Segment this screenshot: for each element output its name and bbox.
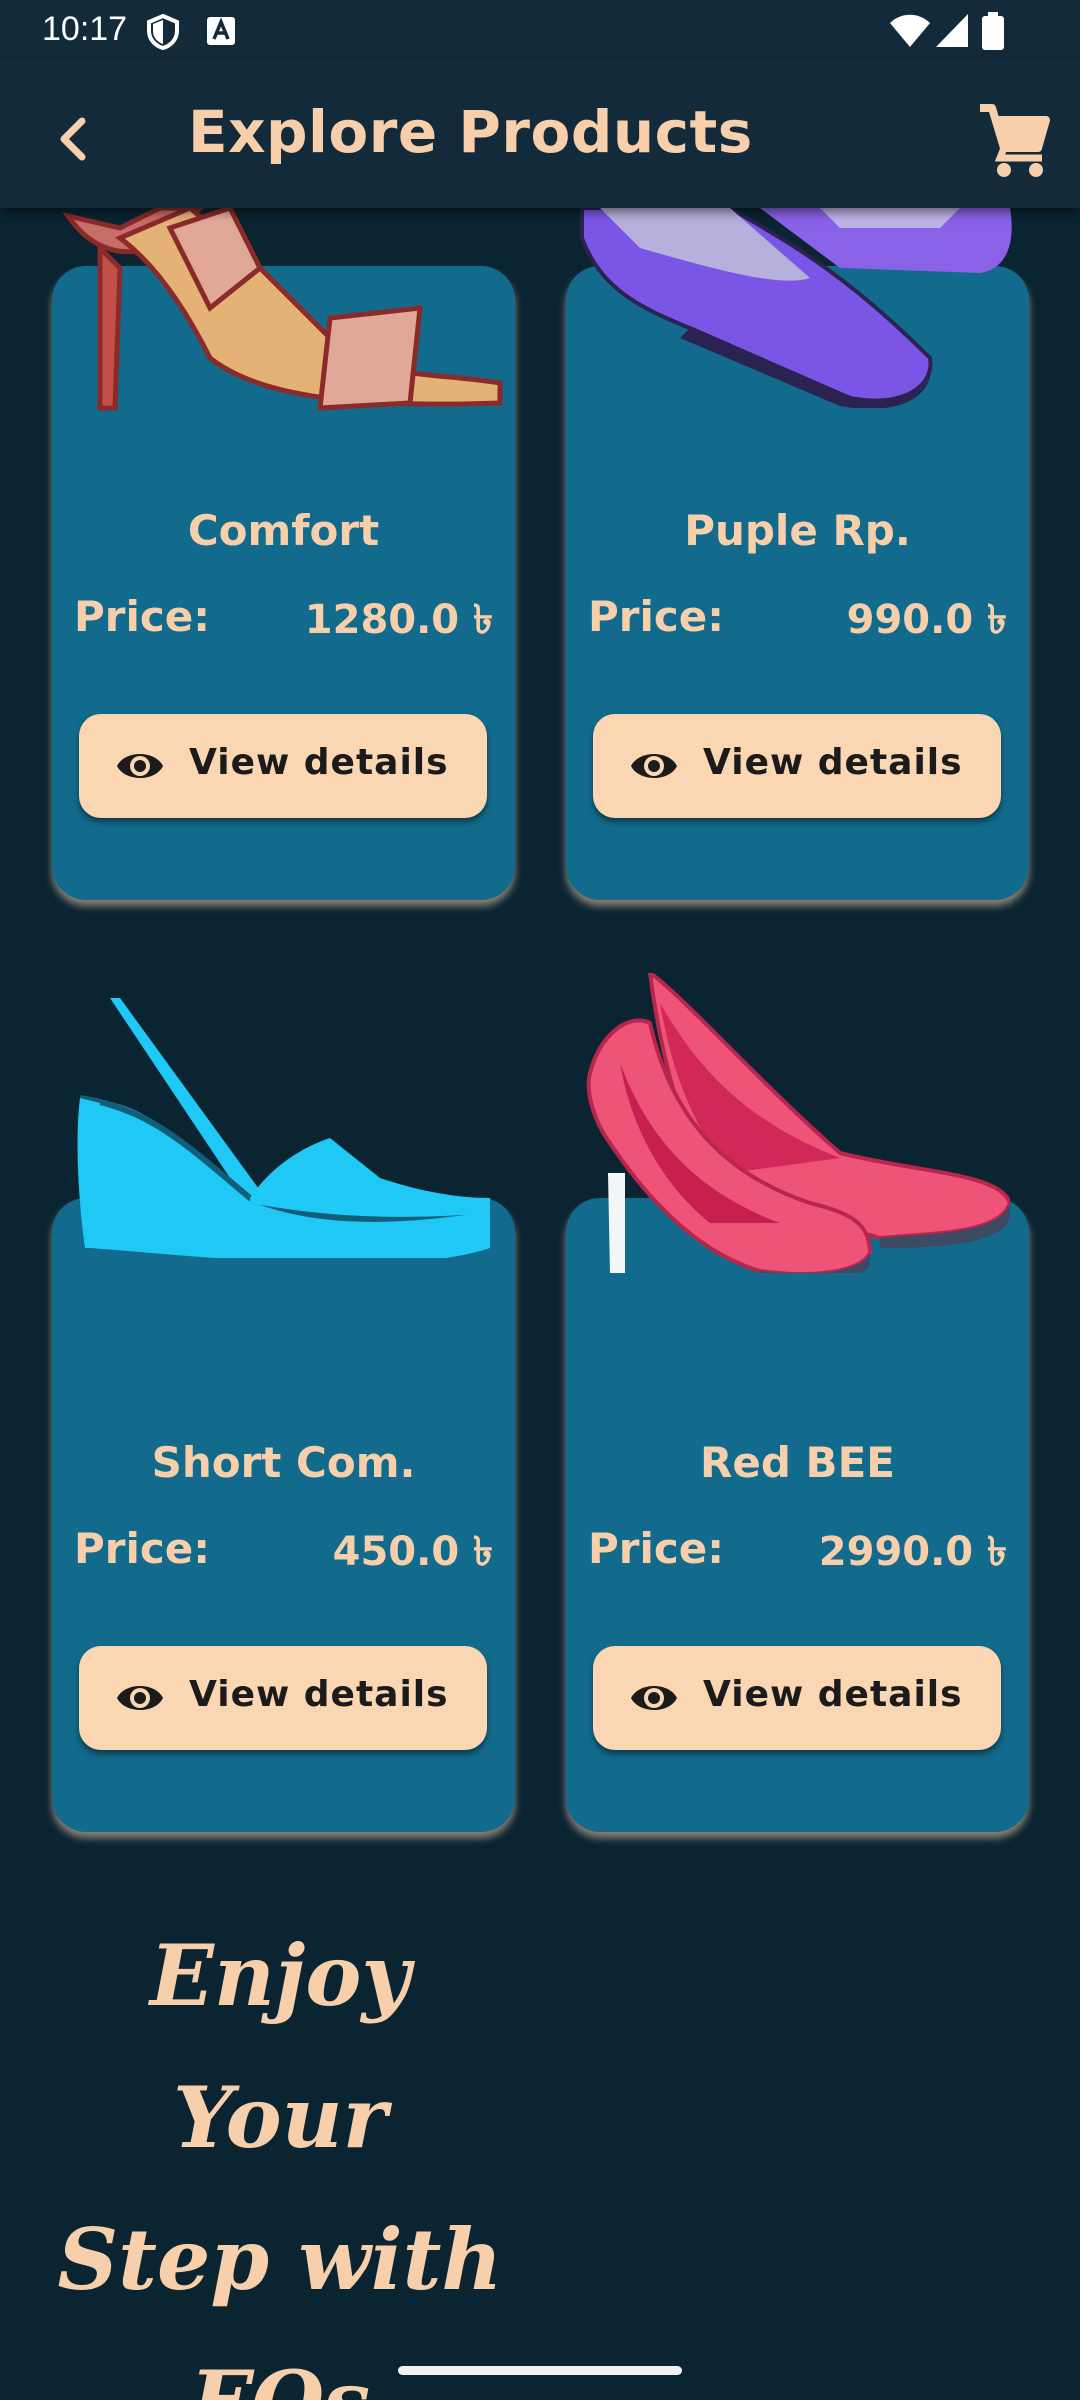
price-value: 1280.0 ৳ — [304, 597, 493, 643]
view-details-label: View details — [703, 742, 963, 783]
view-details-label: View details — [189, 742, 449, 783]
price-label: Price: — [588, 592, 725, 641]
eye-icon — [117, 1686, 163, 1710]
shield-icon — [147, 14, 179, 50]
home-indicator[interactable] — [398, 2366, 682, 2375]
cart-icon[interactable] — [974, 100, 1054, 180]
price-label: Price: — [588, 1524, 725, 1573]
eye-icon — [631, 1686, 677, 1710]
price-label: Price: — [74, 592, 211, 641]
price-label: Price: — [74, 1524, 211, 1573]
signal-icon — [936, 14, 968, 47]
app-bar: Explore Products — [0, 60, 1080, 208]
product-name: Red BEE — [700, 1438, 895, 1487]
product-grid: Comfort Price: 1280.0 ৳ View details Pup… — [0, 208, 1080, 2400]
view-details-button[interactable]: View details — [79, 714, 487, 818]
sandal-image — [62, 208, 503, 411]
product-name: Short Com. — [151, 1438, 416, 1487]
product-card-red-bee[interactable]: Red BEE Price: 2990.0 ৳ View details — [566, 1198, 1029, 1832]
blue-wedge-image — [77, 998, 491, 1258]
product-card-short-com[interactable]: Short Com. Price: 450.0 ৳ View details — [52, 1198, 515, 1832]
view-details-button[interactable]: View details — [79, 1646, 487, 1750]
product-name: Comfort — [187, 506, 380, 555]
tagline-line-2: Step with — [57, 2210, 503, 2309]
keyboard-icon — [207, 17, 235, 45]
product-name: Puple Rp. — [684, 506, 911, 555]
view-details-label: View details — [703, 1674, 963, 1715]
status-time: 10:17 — [42, 10, 128, 48]
purple-shoe-image — [580, 208, 1012, 408]
price-value: 2990.0 ৳ — [818, 1529, 1007, 1575]
battery-icon — [982, 12, 1004, 50]
tagline: Enjoy Your Step with FQs — [50, 1905, 510, 2400]
tagline-line-1: Enjoy Your — [149, 1926, 411, 2167]
wifi-icon — [890, 14, 930, 47]
view-details-button[interactable]: View details — [593, 1646, 1001, 1750]
page-title: Explore Products — [188, 98, 753, 166]
price-value: 990.0 ৳ — [846, 597, 1007, 643]
eye-icon — [631, 754, 677, 778]
view-details-button[interactable]: View details — [593, 714, 1001, 818]
price-value: 450.0 ৳ — [332, 1529, 493, 1575]
view-details-label: View details — [189, 1674, 449, 1715]
status-bar: 10:17 — [0, 0, 1080, 60]
eye-icon — [117, 754, 163, 778]
back-arrow-icon[interactable] — [38, 104, 108, 174]
red-heels-image — [586, 973, 1010, 1273]
